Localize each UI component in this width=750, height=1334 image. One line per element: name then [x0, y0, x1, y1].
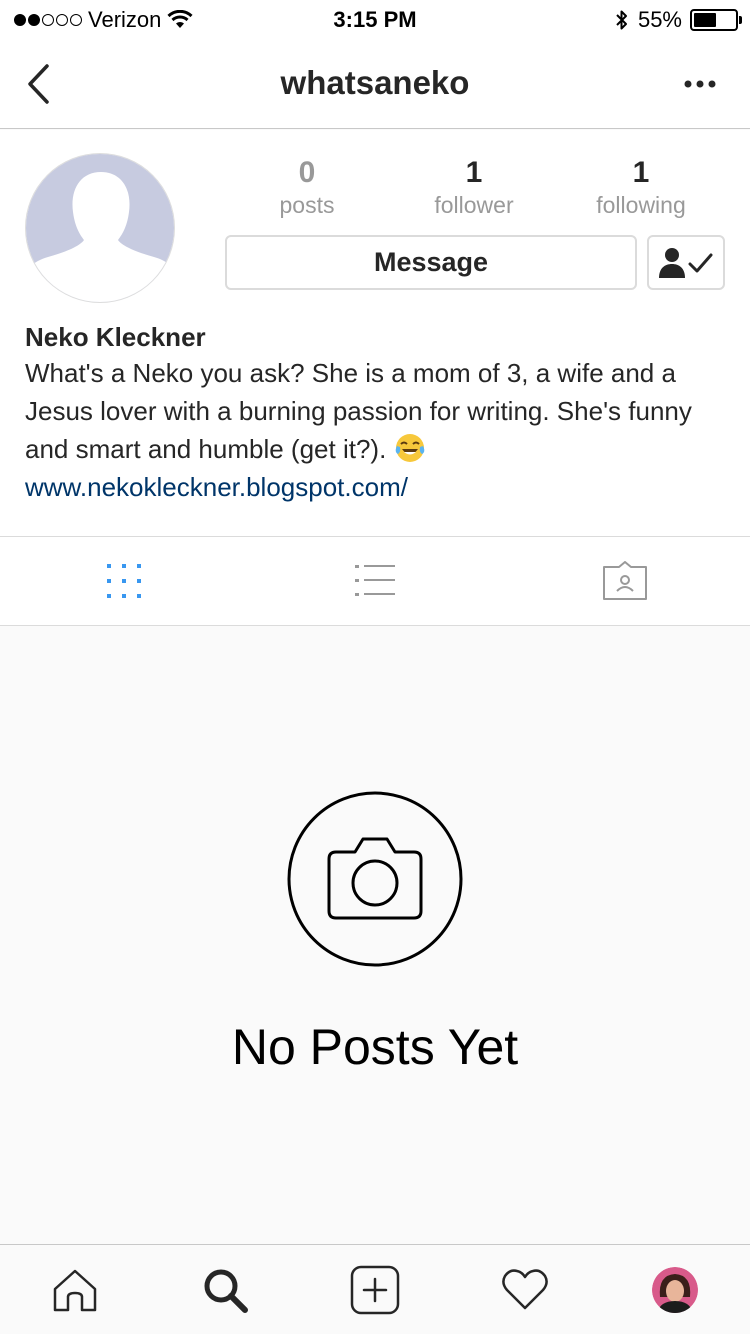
website-link[interactable]: www.nekokleckner.blogspot.com/	[25, 468, 725, 506]
list-icon	[355, 565, 395, 596]
profile-name: Neko Kleckner	[25, 322, 206, 352]
bio-section: Neko Kleckner What's a Neko you ask? She…	[25, 320, 725, 506]
stat-followers-label: follower	[434, 192, 514, 218]
default-avatar-icon	[26, 154, 174, 302]
tab-profile[interactable]	[650, 1265, 700, 1315]
profile-header: 0 posts 1 follower 1 following Message N…	[0, 130, 750, 536]
bio-text: What's a Neko you ask? She is a mom of 3…	[25, 358, 692, 464]
search-icon	[204, 1269, 248, 1313]
add-post-icon	[350, 1265, 400, 1315]
tears-of-joy-emoji-icon	[395, 434, 424, 462]
tab-grid[interactable]	[99, 559, 149, 603]
stat-followers-value: 1	[465, 156, 483, 189]
tab-add-post[interactable]	[350, 1265, 400, 1315]
profile-avatar	[652, 1267, 698, 1313]
stat-followers[interactable]: 1 follower	[389, 155, 559, 219]
more-horizontal-icon[interactable]	[680, 70, 720, 98]
stat-following-label: following	[596, 192, 686, 218]
tab-search[interactable]	[200, 1265, 250, 1315]
person-check-icon	[659, 247, 713, 278]
bio-paragraph: What's a Neko you ask? She is a mom of 3…	[25, 354, 725, 468]
tab-activity[interactable]	[500, 1265, 550, 1315]
avatar[interactable]	[25, 153, 175, 303]
heart-icon	[502, 1269, 548, 1310]
battery-icon	[690, 9, 742, 31]
status-bar: Verizon 3:15 PM 55%	[0, 0, 750, 40]
page-title: whatsaneko	[280, 64, 470, 101]
bluetooth-icon	[616, 10, 627, 30]
profile-view-tabs	[0, 536, 750, 626]
grid-icon	[107, 564, 141, 598]
stat-posts: 0 posts	[222, 155, 392, 219]
stat-posts-value: 0	[298, 156, 316, 189]
stat-following[interactable]: 1 following	[556, 155, 726, 219]
message-button[interactable]: Message	[225, 235, 637, 290]
stat-posts-label: posts	[279, 192, 335, 218]
battery-percent: 55%	[637, 7, 682, 32]
tab-bar	[0, 1244, 750, 1334]
nav-bar: whatsaneko	[0, 40, 750, 129]
tab-home[interactable]	[50, 1265, 100, 1315]
empty-state: No Posts Yet	[0, 626, 750, 1244]
empty-state-title: No Posts Yet	[231, 1019, 519, 1075]
tagged-icon	[603, 561, 647, 600]
user-photo-icon	[652, 1267, 698, 1313]
camera-icon	[287, 791, 463, 967]
following-button[interactable]	[647, 235, 725, 290]
tab-list[interactable]	[350, 559, 400, 603]
tab-tagged[interactable]	[600, 559, 650, 603]
battery-fill	[694, 13, 716, 27]
stat-following-value: 1	[632, 156, 650, 189]
home-icon	[53, 1269, 97, 1312]
status-right: 55%	[614, 7, 742, 33]
